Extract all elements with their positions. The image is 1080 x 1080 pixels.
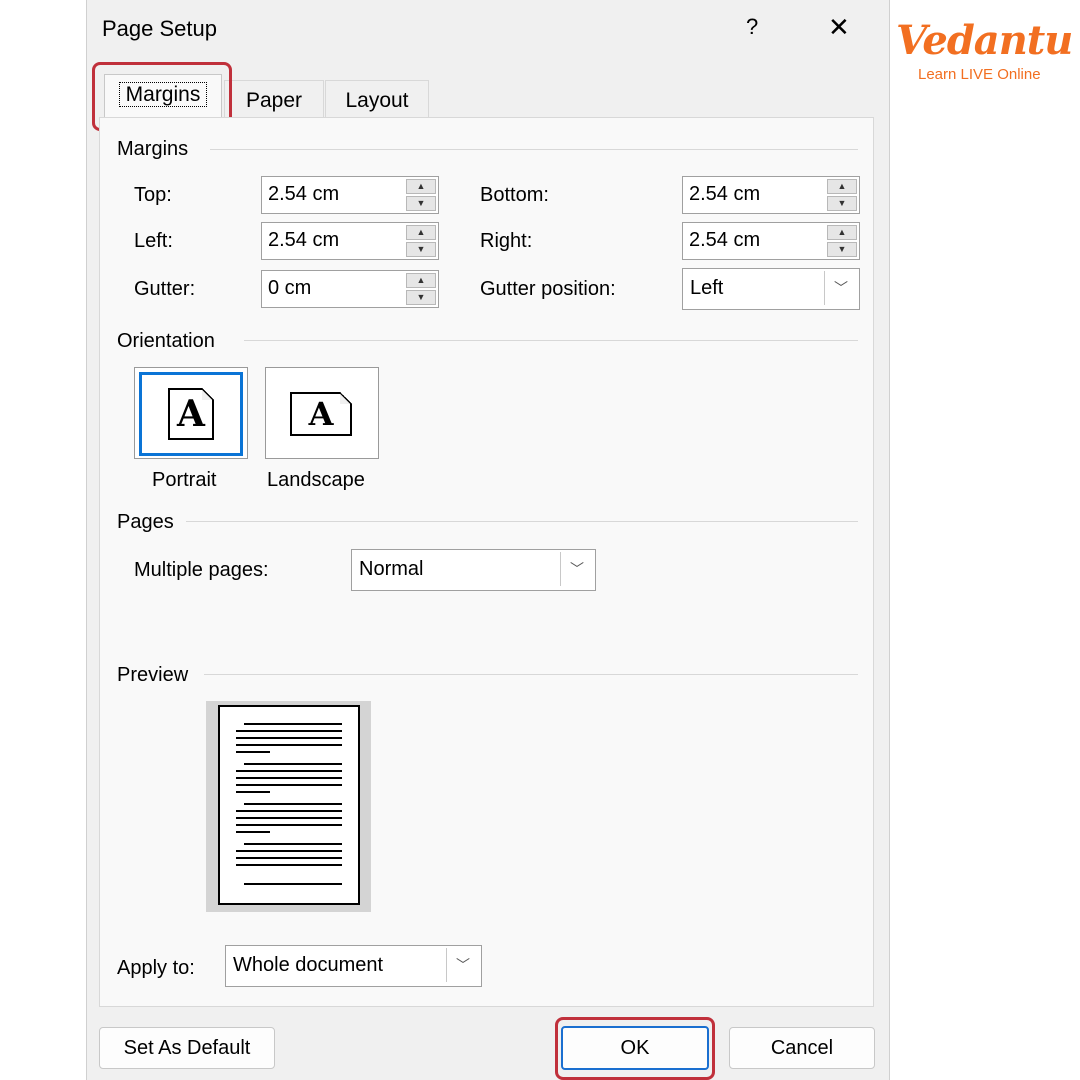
orientation-divider [244,340,858,341]
vedantu-logo: Vedantu [896,17,1073,64]
preview-line [236,850,342,852]
bottom-margin-spinner[interactable]: 2.54 cm ▲ ▼ [682,176,860,214]
gutter-label: Gutter: [134,278,196,300]
preview-divider [204,674,858,675]
left-label: Left: [134,230,173,252]
orientation-heading: Orientation [117,330,215,352]
pages-divider [186,521,858,522]
page-fold-icon [340,392,352,404]
preview-heading: Preview [117,664,189,686]
preview-line [244,843,342,845]
spin-down-icon[interactable]: ▼ [406,196,436,211]
landscape-glyph: A [308,395,334,433]
spin-up-icon[interactable]: ▲ [827,225,857,240]
preview-line [236,810,342,812]
gutter-value[interactable]: 0 cm [268,277,311,300]
top-margin-spinner[interactable]: 2.54 cm ▲ ▼ [261,176,439,214]
chevron-down-icon[interactable]: ﹀ [560,552,593,586]
tab-layout-label: Layout [345,89,409,112]
right-margin-value[interactable]: 2.54 cm [689,229,760,252]
apply-to-select[interactable]: Whole document ﹀ [225,945,482,987]
preview-line [236,824,342,826]
preview-page [218,705,360,905]
bottom-margin-arrows[interactable]: ▲ ▼ [827,179,857,211]
top-margin-arrows[interactable]: ▲ ▼ [406,179,436,211]
right-margin-spinner[interactable]: 2.54 cm ▲ ▼ [682,222,860,260]
portrait-page-icon: A [168,388,214,440]
help-button[interactable]: ? [746,14,758,40]
gutter-spinner[interactable]: 0 cm ▲ ▼ [261,270,439,308]
left-margin-spinner[interactable]: 2.54 cm ▲ ▼ [261,222,439,260]
preview-line [236,777,342,779]
spin-up-icon[interactable]: ▲ [406,225,436,240]
portrait-button[interactable]: A [134,367,248,459]
preview-line [236,751,270,753]
preview-line [244,763,342,765]
set-as-default-button[interactable]: Set As Default [99,1027,275,1069]
tab-paper[interactable]: Paper [224,80,324,119]
spin-down-icon[interactable]: ▼ [827,196,857,211]
apply-to-label: Apply to: [117,957,195,979]
apply-to-value: Whole document [233,954,384,976]
margins-heading: Margins [117,138,189,160]
chevron-down-icon[interactable]: ﹀ [824,271,857,305]
margins-divider [210,149,858,150]
right-label: Right: [480,230,533,252]
spin-up-icon[interactable]: ▲ [406,273,436,288]
preview-line [236,817,342,819]
bottom-margin-value[interactable]: 2.54 cm [689,183,760,206]
top-label: Top: [134,184,172,206]
preview-line [236,857,342,859]
preview-line [244,883,342,885]
landscape-label: Landscape [267,469,365,491]
spin-up-icon[interactable]: ▲ [406,179,436,194]
spin-up-icon[interactable]: ▲ [827,179,857,194]
dialog-title: Page Setup [102,16,217,41]
preview-line [236,864,342,866]
preview-line [236,791,270,793]
preview-line [236,730,342,732]
gutter-position-select[interactable]: Left ﹀ [682,268,860,310]
tab-layout[interactable]: Layout [325,80,429,119]
preview-line [236,737,342,739]
chevron-down-icon[interactable]: ﹀ [446,948,479,982]
landscape-page-icon: A [290,392,352,436]
top-margin-value[interactable]: 2.54 cm [268,183,339,206]
preview-line [236,744,342,746]
pages-heading: Pages [117,511,174,533]
bottom-label: Bottom: [480,184,549,206]
preview-line [236,770,342,772]
multiple-pages-select[interactable]: Normal ﹀ [351,549,596,591]
preview-line [244,803,342,805]
left-margin-arrows[interactable]: ▲ ▼ [406,225,436,257]
close-icon[interactable]: ✕ [828,12,850,42]
landscape-button[interactable]: A [265,367,379,459]
gutter-arrows[interactable]: ▲ ▼ [406,273,436,305]
vedantu-tagline: Learn LIVE Online [918,66,1041,83]
gutter-position-value: Left [690,277,724,299]
right-margin-arrows[interactable]: ▲ ▼ [827,225,857,257]
spin-down-icon[interactable]: ▼ [827,242,857,257]
ok-button-highlight [555,1017,715,1080]
left-margin-value[interactable]: 2.54 cm [268,229,339,252]
preview-line [236,831,270,833]
portrait-label: Portrait [152,469,217,491]
multiple-pages-label: Multiple pages: [134,559,269,581]
spin-down-icon[interactable]: ▼ [406,242,436,257]
gutter-position-label: Gutter position: [480,278,616,300]
spin-down-icon[interactable]: ▼ [406,290,436,305]
multiple-pages-value: Normal [359,558,424,580]
tab-paper-label: Paper [245,89,303,112]
portrait-glyph: A [177,393,205,435]
preview-line [244,723,342,725]
page-fold-icon [202,388,214,400]
preview-line [236,784,342,786]
cancel-button[interactable]: Cancel [729,1027,875,1069]
